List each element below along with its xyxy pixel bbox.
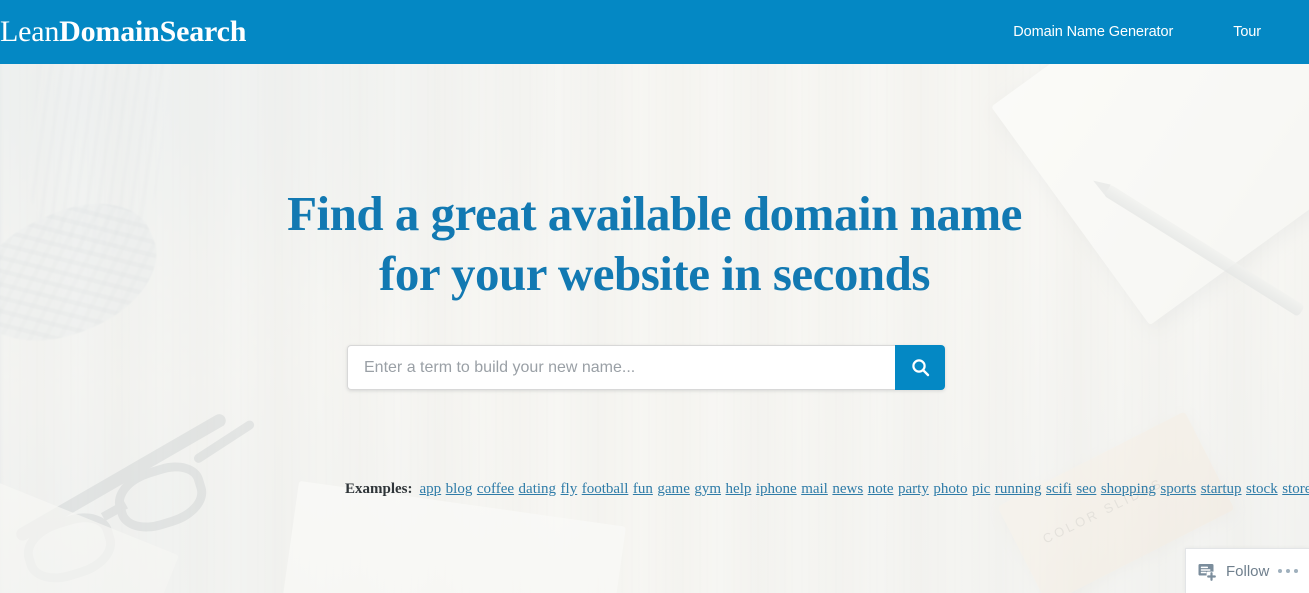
follow-widget[interactable]: Follow <box>1185 548 1309 593</box>
page-title: Find a great available domain name for y… <box>0 184 1309 304</box>
subscribe-icon <box>1197 561 1218 582</box>
example-link-stock[interactable]: stock <box>1246 481 1278 497</box>
ellipsis-dot <box>1277 568 1282 574</box>
example-link-blog[interactable]: blog <box>446 481 473 497</box>
example-link-news[interactable]: news <box>832 481 863 497</box>
logo-lean-text: Lean <box>0 15 60 48</box>
site-logo[interactable]: LeanDomainSearch <box>0 17 246 47</box>
examples-label: Examples: <box>345 481 413 497</box>
headline-line-2: for your website in seconds <box>379 246 930 301</box>
follow-label[interactable]: Follow <box>1226 563 1269 580</box>
search-input[interactable] <box>347 345 895 390</box>
nav-link-domain-name-generator[interactable]: Domain Name Generator <box>1013 24 1173 40</box>
domain-search-form <box>347 345 945 390</box>
example-link-party[interactable]: party <box>898 481 929 497</box>
page-root: COLOR SLIDES LeanDomainSearch Domain Nam… <box>0 0 1309 593</box>
example-link-football[interactable]: football <box>582 481 629 497</box>
examples-section: Examples: app blog coffee dating fly football f… <box>345 477 1309 501</box>
example-link-pic[interactable]: pic <box>972 481 990 497</box>
hero-content: Find a great available domain name for y… <box>0 64 1309 593</box>
example-link-store[interactable]: store <box>1282 481 1309 497</box>
logo-domainsearch-text: DomainSearch <box>59 15 247 48</box>
site-header: LeanDomainSearch Domain Name Generator T… <box>0 0 1309 64</box>
example-link-iphone[interactable]: iphone <box>756 481 797 497</box>
example-link-running[interactable]: running <box>995 481 1042 497</box>
example-link-help[interactable]: help <box>726 481 752 497</box>
ellipsis-dot <box>1293 568 1298 574</box>
examples-link-list: app blog coffee dating fly football fun game gym… <box>420 481 1309 497</box>
nav-link-tour[interactable]: Tour <box>1233 24 1261 40</box>
example-link-app[interactable]: app <box>420 481 442 497</box>
search-icon <box>911 358 930 377</box>
header-nav: Domain Name Generator Tour <box>1013 24 1309 40</box>
example-link-game[interactable]: game <box>657 481 689 497</box>
ellipsis-icon[interactable] <box>1277 568 1298 574</box>
example-link-mail[interactable]: mail <box>801 481 828 497</box>
example-link-dating[interactable]: dating <box>519 481 557 497</box>
example-link-gym[interactable]: gym <box>694 481 721 497</box>
example-link-seo[interactable]: seo <box>1076 481 1096 497</box>
example-link-note[interactable]: note <box>868 481 894 497</box>
example-link-fun[interactable]: fun <box>633 481 653 497</box>
example-link-fly[interactable]: fly <box>561 481 578 497</box>
example-link-scifi[interactable]: scifi <box>1046 481 1072 497</box>
example-link-startup[interactable]: startup <box>1201 481 1242 497</box>
ellipsis-dot <box>1285 568 1290 574</box>
example-link-sports[interactable]: sports <box>1160 481 1196 497</box>
search-button[interactable] <box>895 345 945 390</box>
headline-line-1: Find a great available domain name <box>287 186 1022 241</box>
example-link-shopping[interactable]: shopping <box>1101 481 1156 497</box>
example-link-coffee[interactable]: coffee <box>477 481 514 497</box>
example-link-photo[interactable]: photo <box>933 481 967 497</box>
